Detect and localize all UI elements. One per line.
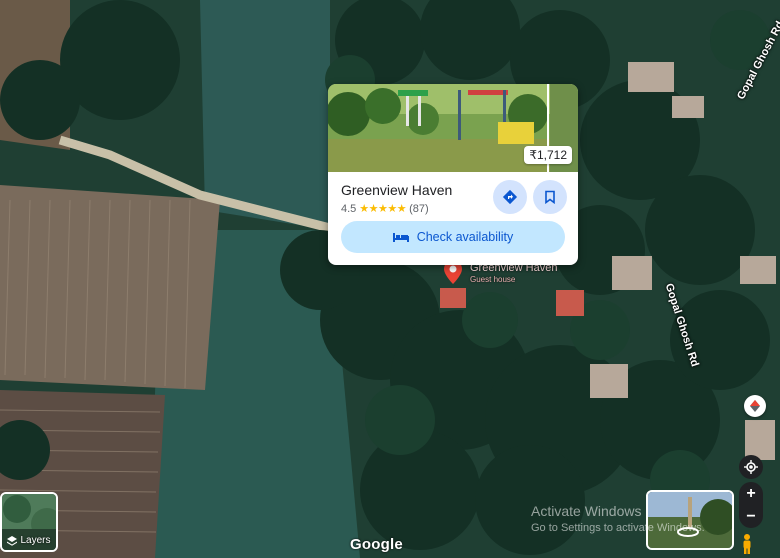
google-logo: Google (350, 536, 403, 553)
street-view-image (648, 492, 732, 548)
activation-watermark-subtitle: Go to Settings to activate Windows. (531, 522, 705, 534)
layers-label: Layers (20, 535, 51, 546)
place-name[interactable]: Greenview Haven (341, 182, 452, 198)
bookmark-icon (545, 190, 555, 204)
zoom-control[interactable]: + − (739, 482, 763, 528)
check-availability-button[interactable]: Check availability (341, 221, 565, 253)
zoom-out-button[interactable]: − (746, 508, 755, 526)
review-count: (87) (409, 202, 429, 215)
save-button[interactable] (533, 180, 567, 214)
place-card[interactable]: ₹1,712 Greenview Haven 4.5 ★★★★★ (87) Ch… (328, 84, 578, 265)
rating-stars: ★★★★★ (359, 203, 407, 215)
directions-icon (502, 189, 518, 205)
pegman-icon[interactable] (740, 534, 754, 554)
pin-sublabel: Guest house (470, 275, 516, 284)
activation-watermark-title: Activate Windows (531, 503, 642, 519)
rating-value: 4.5 (341, 202, 357, 215)
directions-button[interactable] (493, 180, 527, 214)
layers-button[interactable]: Layers (0, 492, 58, 552)
my-location-icon (744, 460, 758, 474)
layers-label-row: Layers (2, 535, 56, 546)
rating-row[interactable]: 4.5 ★★★★★ (87) (341, 202, 429, 216)
price-badge: ₹1,712 (524, 146, 572, 164)
compass-button[interactable] (744, 395, 766, 417)
my-location-button[interactable] (739, 455, 763, 479)
check-availability-label: Check availability (416, 230, 514, 244)
layers-icon (7, 535, 18, 546)
compass-icon (750, 400, 760, 412)
zoom-in-button[interactable]: + (746, 485, 755, 503)
bed-icon (392, 233, 409, 242)
street-view-thumbnail[interactable] (646, 490, 734, 550)
